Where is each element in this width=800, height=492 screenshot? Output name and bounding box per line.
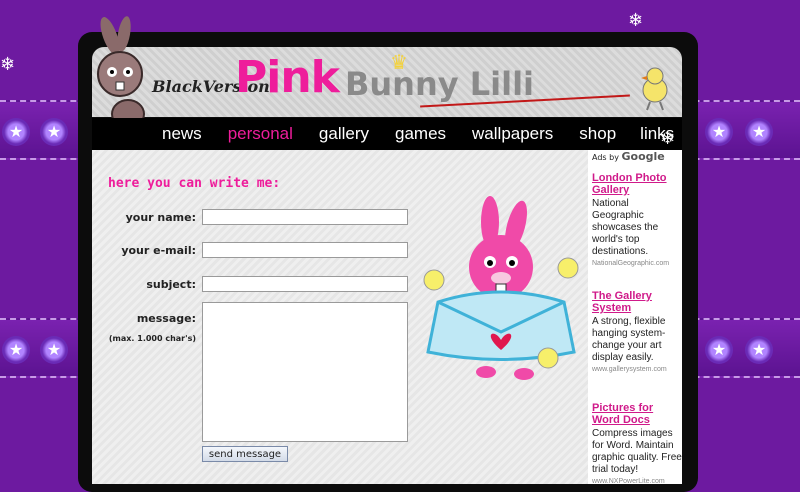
star-icon: ★ <box>2 118 30 146</box>
nav-item-wallpapers[interactable]: wallpapers <box>472 124 553 144</box>
send-message-button[interactable]: send message <box>202 446 288 462</box>
name-input[interactable] <box>202 209 408 225</box>
snowflake-icon: ❄ <box>0 54 16 75</box>
subject-input[interactable] <box>202 276 408 292</box>
star-icon: ★ <box>40 336 68 364</box>
nav-item-personal[interactable]: personal <box>228 124 293 144</box>
main-nav: news personal gallery games wallpapers s… <box>92 118 682 150</box>
form-title: here you can write me: <box>108 176 281 191</box>
ad-text: Compress images for Word. Maintain graph… <box>592 428 682 475</box>
ad-title[interactable]: The Gallery System <box>592 290 682 314</box>
ad-item[interactable]: London Photo Gallery National Geographic… <box>592 172 682 267</box>
name-label: your name: <box>125 211 196 224</box>
nav-item-news[interactable]: news <box>162 124 202 144</box>
ad-text: National Geographic showcases the world'… <box>592 198 659 257</box>
bunny-mascot-icon <box>97 16 145 129</box>
ads-by-google[interactable]: Ads by Google <box>592 150 665 163</box>
message-label: message: <box>136 312 196 325</box>
ad-url[interactable]: NationalGeographic.com <box>592 260 682 267</box>
logo-main: Pink <box>235 52 340 103</box>
ads-provider: Google <box>621 150 665 163</box>
snowflake-icon: ❄ <box>660 128 676 149</box>
subject-label: subject: <box>146 278 196 291</box>
ad-title[interactable]: London Photo Gallery <box>592 172 682 196</box>
star-icon: ★ <box>2 336 30 364</box>
ad-item[interactable]: Pictures for Word Docs Compress images f… <box>592 402 682 485</box>
message-note: (max. 1.000 char's) <box>108 334 196 343</box>
star-icon: ★ <box>745 118 773 146</box>
ad-text: A strong, flexible hanging system-change… <box>592 316 666 363</box>
ad-title[interactable]: Pictures for Word Docs <box>592 402 682 426</box>
ads-by-label: Ads by <box>592 153 619 162</box>
star-icon: ★ <box>40 118 68 146</box>
logo-suffix: Bunny Lilli <box>345 65 534 103</box>
email-label: your e-mail: <box>121 244 196 257</box>
nav-item-gallery[interactable]: gallery <box>319 124 369 144</box>
bunny-envelope-illustration <box>423 196 579 380</box>
star-icon: ★ <box>745 336 773 364</box>
ad-url[interactable]: www.gallerysystem.com <box>592 366 682 373</box>
ad-item[interactable]: The Gallery System A strong, flexible ha… <box>592 290 682 373</box>
snowflake-icon: ❄ <box>628 10 644 31</box>
email-input[interactable] <box>202 242 408 258</box>
chick-icon <box>641 67 668 111</box>
message-textarea[interactable] <box>202 302 408 442</box>
nav-item-shop[interactable]: shop <box>579 124 616 144</box>
nav-item-games[interactable]: games <box>395 124 446 144</box>
star-icon: ★ <box>705 336 733 364</box>
star-icon: ★ <box>705 118 733 146</box>
